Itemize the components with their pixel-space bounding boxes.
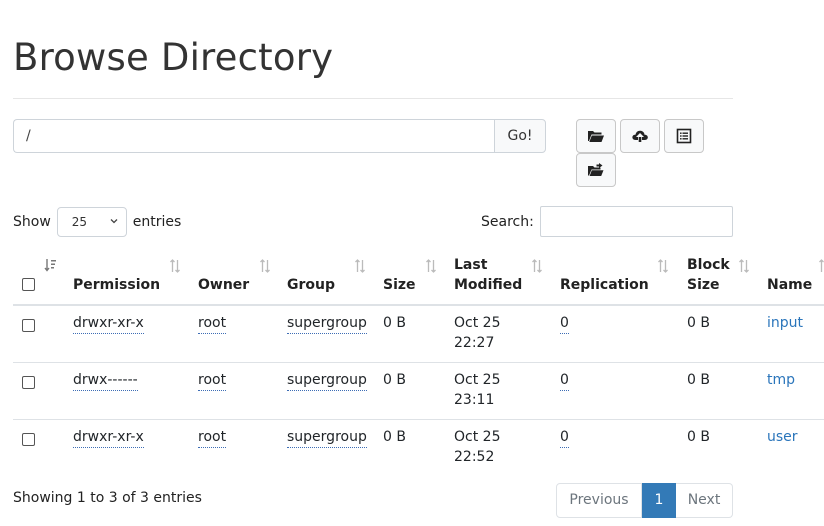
show-label: Show (13, 214, 51, 230)
entries-label: entries (132, 214, 182, 230)
row-block-size: 0 B (687, 429, 710, 445)
title-divider (13, 98, 733, 99)
header-size[interactable]: Size (383, 275, 416, 295)
sort-icon[interactable] (425, 259, 437, 273)
row-permission[interactable]: drwxr-xr-x (73, 427, 144, 448)
go-button[interactable]: Go! (494, 119, 546, 153)
row-modified-time: 22:27 (454, 335, 495, 351)
sort-icon[interactable] (657, 259, 669, 273)
row-modified-time: 23:11 (454, 392, 495, 408)
row-size: 0 B (383, 372, 406, 388)
cut-paste-button[interactable] (576, 153, 616, 187)
search-label: Search: (481, 213, 534, 230)
search-control: Search: (481, 206, 733, 237)
sort-icon[interactable] (818, 259, 824, 273)
row-modified-date: Oct 25 (454, 429, 501, 445)
row-modified-date: Oct 25 (454, 372, 501, 388)
search-input[interactable] (539, 206, 733, 237)
view-list-button[interactable] (664, 119, 704, 153)
row-divider (13, 419, 824, 420)
row-group[interactable]: supergroup (287, 370, 367, 391)
page-title: Browse Directory (13, 36, 334, 79)
row-block-size: 0 B (687, 372, 710, 388)
list-alt-icon (676, 128, 692, 144)
page-1-button[interactable]: 1 (642, 483, 676, 518)
header-permission[interactable]: Permission (73, 275, 160, 295)
row-checkbox[interactable] (22, 319, 35, 332)
table-info: Showing 1 to 3 of 3 entries (13, 490, 202, 506)
header-last-modified-line1: Last (454, 257, 488, 273)
chevron-down-icon (110, 219, 118, 224)
row-size: 0 B (383, 429, 406, 445)
row-group[interactable]: supergroup (287, 427, 367, 448)
next-page-button[interactable]: Next (676, 483, 733, 518)
header-block-size-line1: Block (687, 257, 730, 273)
header-group[interactable]: Group (287, 275, 335, 295)
row-checkbox[interactable] (22, 433, 35, 446)
entries-select[interactable]: 25 (56, 207, 127, 237)
row-name-link[interactable]: tmp (767, 370, 795, 390)
header-name[interactable]: Name (767, 275, 812, 295)
row-modified: Oct 25 23:11 (454, 370, 500, 410)
entries-select-value: 25 (71, 215, 88, 229)
row-replication[interactable]: 0 (560, 370, 569, 391)
row-modified-date: Oct 25 (454, 315, 501, 331)
row-size: 0 B (383, 315, 406, 331)
header-block-size-line2: Size (687, 277, 720, 293)
row-modified: Oct 25 22:27 (454, 313, 500, 353)
row-owner[interactable]: root (198, 370, 227, 391)
pagination: Previous 1 Next (556, 483, 733, 518)
folder-move-icon (588, 163, 604, 176)
row-name-link[interactable]: user (767, 427, 798, 447)
row-checkbox[interactable] (22, 376, 35, 389)
sort-desc-icon[interactable] (44, 258, 56, 272)
header-owner[interactable]: Owner (198, 275, 249, 295)
row-owner[interactable]: root (198, 427, 227, 448)
header-last-modified[interactable]: Last Modified (454, 255, 522, 295)
previous-page-button[interactable]: Previous (556, 483, 642, 518)
row-modified: Oct 25 22:52 (454, 427, 500, 467)
cloud-upload-icon (632, 130, 648, 142)
sort-icon[interactable] (354, 259, 366, 273)
sort-icon[interactable] (169, 259, 181, 273)
select-all-checkbox[interactable] (22, 278, 35, 291)
path-input-group: Go! (13, 119, 546, 153)
sort-icon[interactable] (738, 259, 750, 273)
path-input[interactable] (13, 119, 494, 153)
row-modified-time: 22:52 (454, 449, 495, 465)
upload-button[interactable] (620, 119, 660, 153)
sort-icon[interactable] (259, 259, 271, 273)
row-name-link[interactable]: input (767, 313, 803, 333)
row-permission[interactable]: drwx------ (73, 370, 138, 391)
folder-open-icon (588, 131, 604, 142)
row-divider (13, 362, 824, 363)
row-replication[interactable]: 0 (560, 427, 569, 448)
entries-length-control: Show 25 entries (13, 207, 181, 237)
row-block-size: 0 B (687, 315, 710, 331)
row-permission[interactable]: drwxr-xr-x (73, 313, 144, 334)
header-block-size[interactable]: Block Size (687, 255, 730, 295)
create-directory-button[interactable] (576, 119, 616, 153)
browse-directory-page: Browse Directory Go! (0, 0, 824, 526)
header-divider (13, 304, 824, 306)
header-last-modified-line2: Modified (454, 277, 523, 293)
row-owner[interactable]: root (198, 313, 227, 334)
sort-icon[interactable] (531, 259, 543, 273)
header-replication[interactable]: Replication (560, 275, 649, 295)
row-replication[interactable]: 0 (560, 313, 569, 334)
row-group[interactable]: supergroup (287, 313, 367, 334)
